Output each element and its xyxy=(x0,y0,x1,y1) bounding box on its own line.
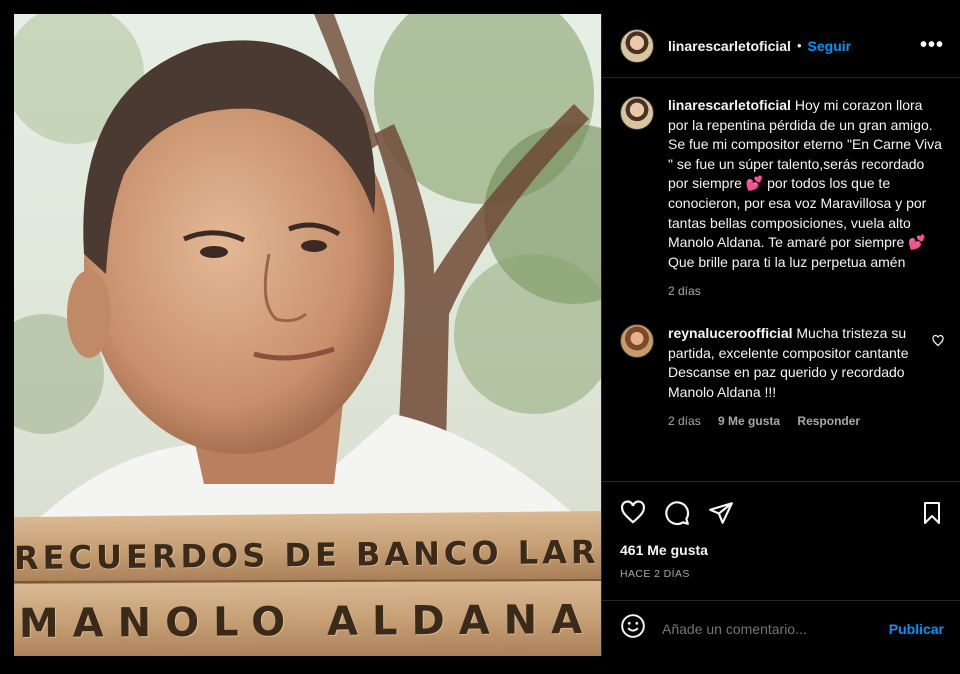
reply-button[interactable]: Responder xyxy=(797,414,860,428)
add-comment-bar: Publicar xyxy=(602,600,960,656)
caption-text: Hoy mi corazon llora por la repentina pé… xyxy=(668,97,942,270)
avatar[interactable] xyxy=(620,28,654,63)
share-icon[interactable] xyxy=(708,500,734,531)
likes-count[interactable]: 461 Me gusta xyxy=(602,534,960,558)
post-side-panel: linarescarletoficial • Seguir ••• linare… xyxy=(601,14,960,656)
avatar[interactable] xyxy=(620,96,654,130)
post-header: linarescarletoficial • Seguir ••• xyxy=(602,14,960,78)
header-username[interactable]: linarescarletoficial xyxy=(668,38,791,54)
bookmark-icon[interactable] xyxy=(920,500,944,531)
sign-bottom-text: MANOLO ALDANA xyxy=(18,596,597,648)
caption: linarescarletoficial Hoy mi corazon llor… xyxy=(620,96,944,302)
comments-section: linarescarletoficial Hoy mi corazon llor… xyxy=(602,78,960,482)
posted-time: HACE 2 DÍAS xyxy=(620,568,690,580)
publish-button[interactable]: Publicar xyxy=(889,621,944,637)
comment-icon[interactable] xyxy=(664,500,690,531)
comment-item: reynaluceroofficial Mucha tristeza su pa… xyxy=(620,323,944,432)
comment-username[interactable]: reynaluceroofficial xyxy=(668,325,793,341)
caption-username[interactable]: linarescarletoficial xyxy=(668,97,791,113)
post-image[interactable]: RECUERDOS DE BANCO LARGO MANOLO ALDANA xyxy=(14,14,601,656)
caption-meta: 2 días xyxy=(668,282,944,302)
avatar[interactable] xyxy=(620,323,654,358)
sign-top-text: RECUERDOS DE BANCO LARGO xyxy=(14,532,601,578)
more-horizontal-icon[interactable]: ••• xyxy=(920,34,944,57)
comment-heart-icon[interactable] xyxy=(932,334,944,352)
comment-meta: 2 días 9 Me gusta Responder xyxy=(668,412,922,432)
heart-icon[interactable] xyxy=(620,499,646,531)
action-bar xyxy=(602,482,960,534)
separator-dot: • xyxy=(796,38,802,53)
emoji-icon[interactable] xyxy=(620,613,646,644)
comment-input[interactable] xyxy=(662,620,889,637)
caption-time[interactable]: 2 días xyxy=(668,284,701,298)
comment-time[interactable]: 2 días xyxy=(668,414,701,428)
comment-likes[interactable]: 9 Me gusta xyxy=(718,414,780,428)
follow-button[interactable]: Seguir xyxy=(808,38,852,54)
